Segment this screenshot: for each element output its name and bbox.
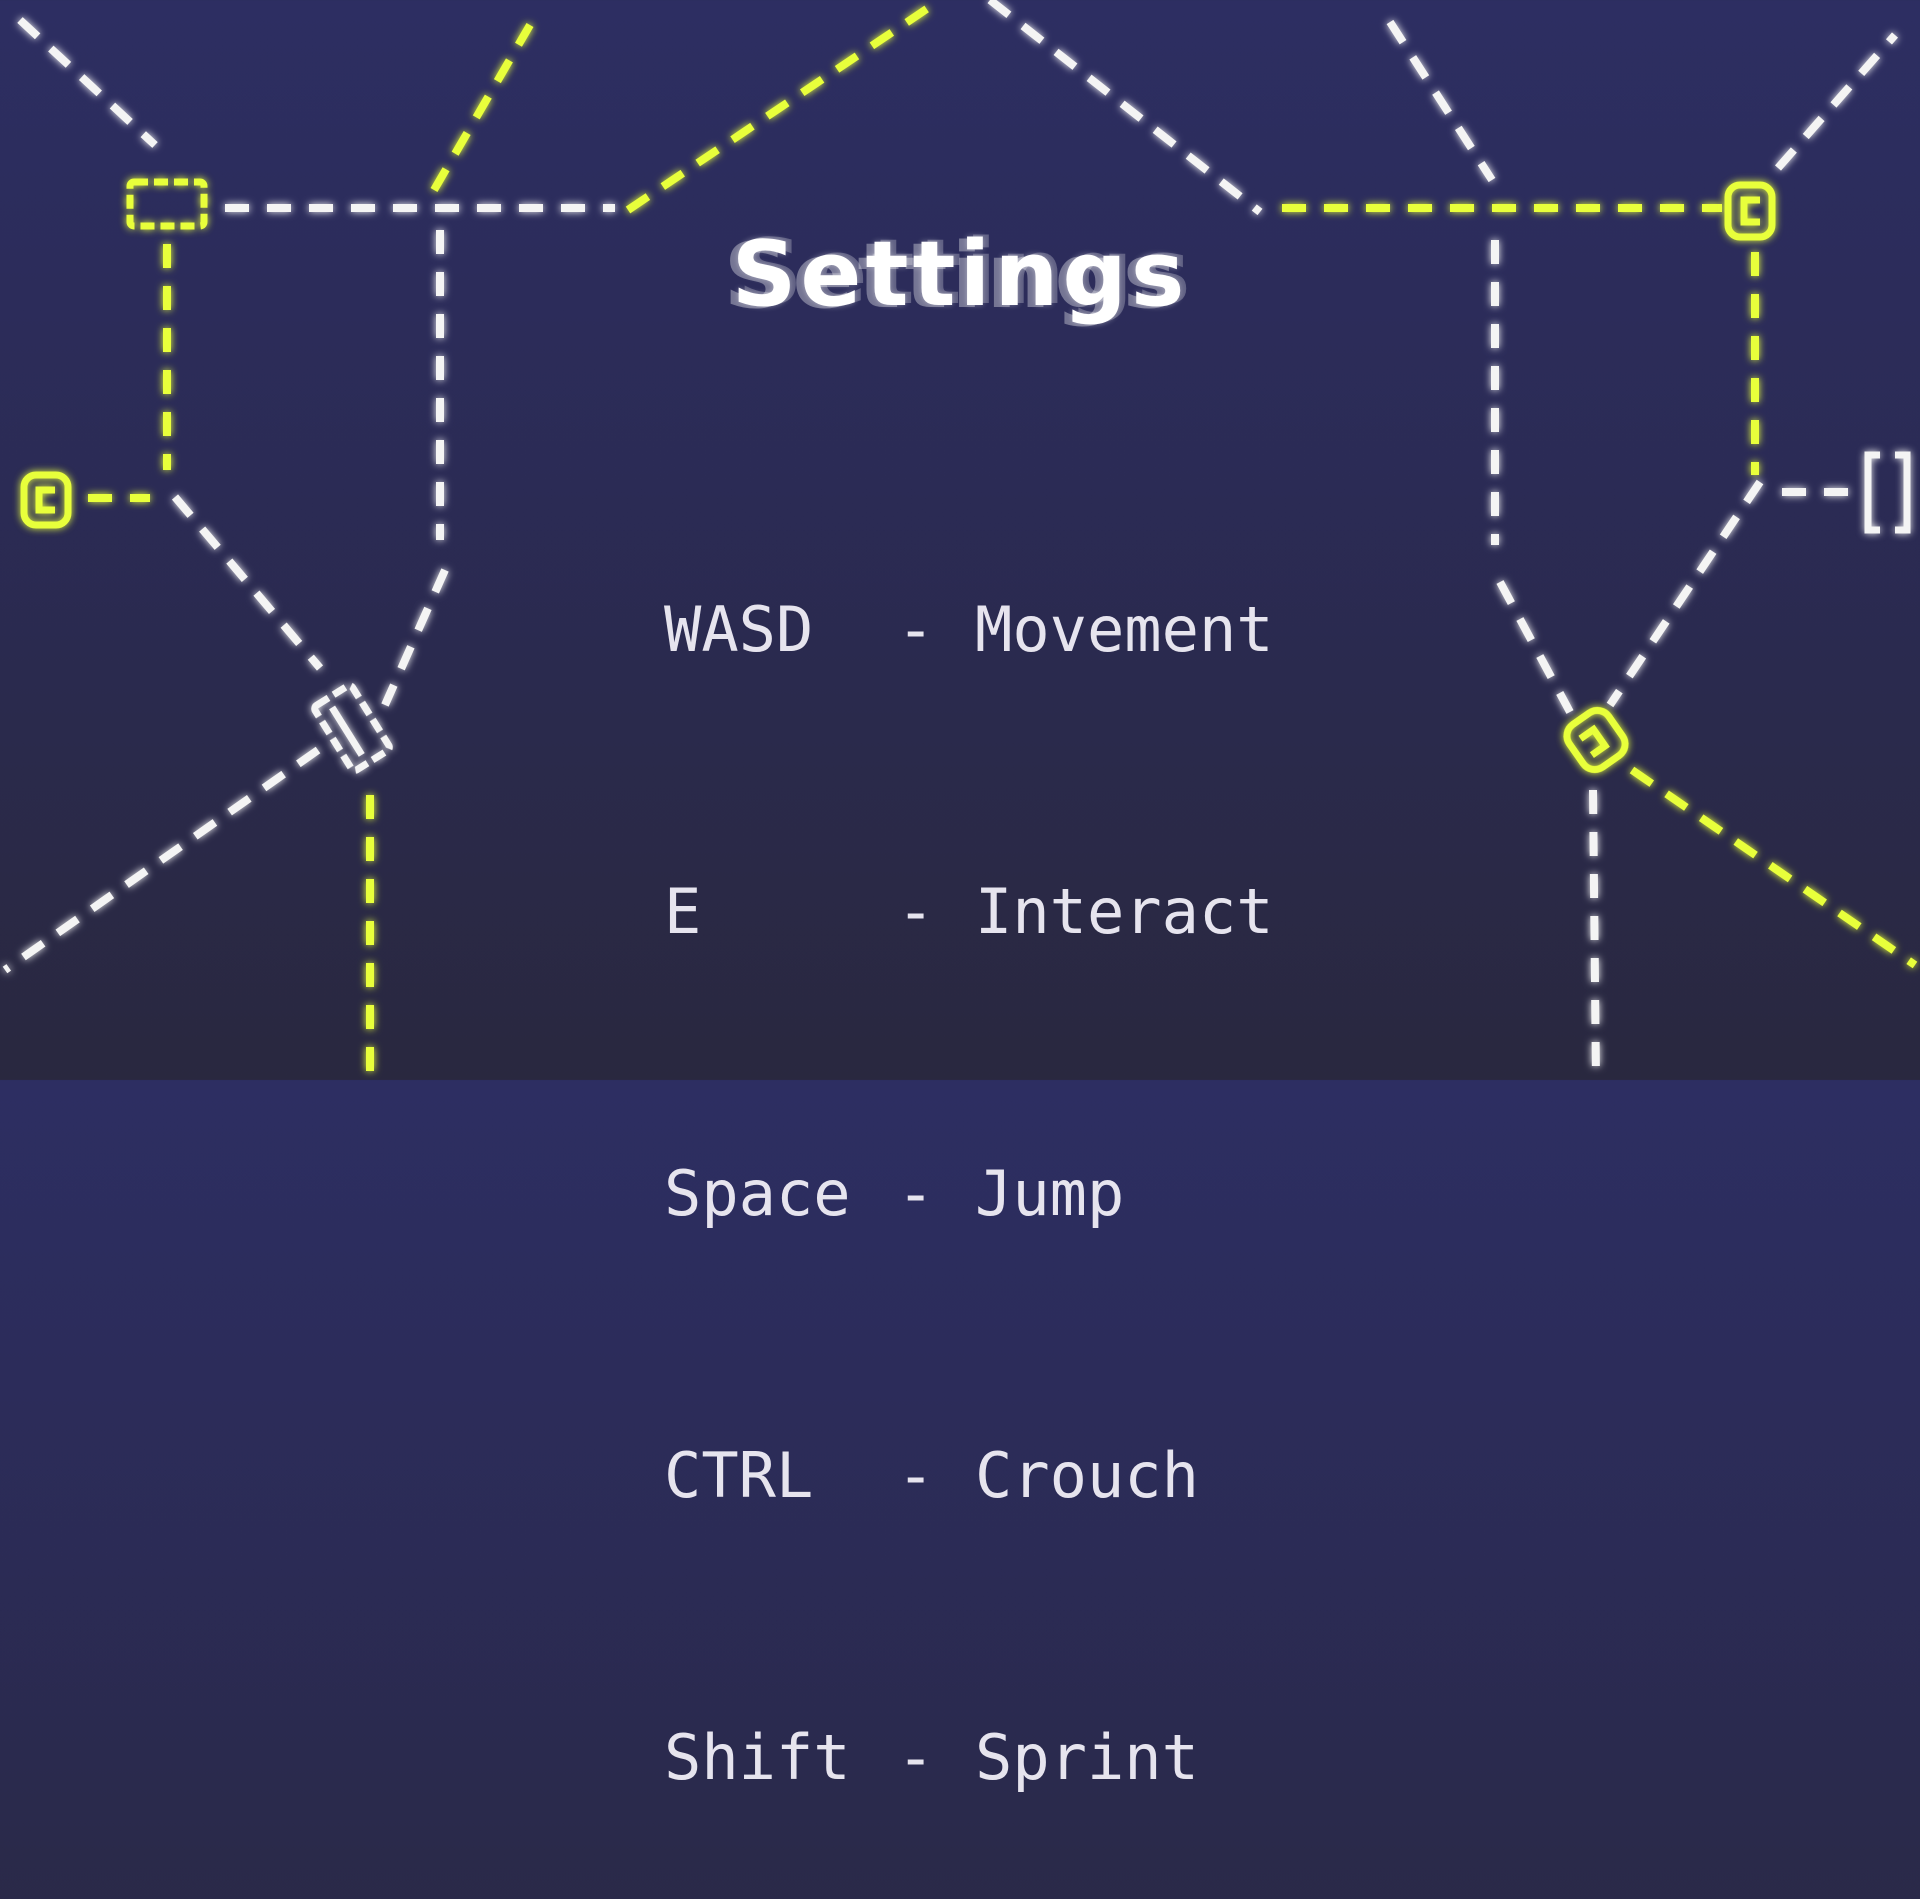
control-row: E - Interact [664, 865, 1274, 959]
control-action: Crouch [975, 1439, 1199, 1512]
connector-icon [1563, 706, 1629, 774]
control-separator: - [897, 593, 935, 666]
control-separator: - [897, 1157, 935, 1230]
resistor-icon [126, 178, 208, 230]
connector-icon [20, 471, 72, 529]
control-row: CTRL - Crouch [664, 1429, 1274, 1523]
control-separator: - [897, 1721, 935, 1794]
control-key: E [664, 875, 702, 948]
control-action: Sprint [975, 1721, 1199, 1794]
controls-list: WASD - Movement E - Interact Space - Jum… [664, 395, 1274, 1899]
control-key: CTRL [664, 1439, 814, 1512]
control-row: Space - Jump [664, 1147, 1274, 1241]
control-key: WASD [664, 593, 814, 666]
control-action: Jump [975, 1157, 1125, 1230]
control-separator: - [897, 1439, 935, 1512]
capacitor-icon [311, 682, 393, 774]
control-row: WASD - Movement [664, 583, 1274, 677]
page-title: Settings [731, 222, 1189, 327]
control-key: Space [664, 1157, 851, 1230]
control-separator: - [897, 875, 935, 948]
bracket-icon [1864, 451, 1911, 534]
control-action: Interact [975, 875, 1274, 948]
control-row: Shift - Sprint [664, 1711, 1274, 1805]
control-key: Shift [664, 1721, 851, 1794]
control-action: Movement [975, 593, 1274, 666]
